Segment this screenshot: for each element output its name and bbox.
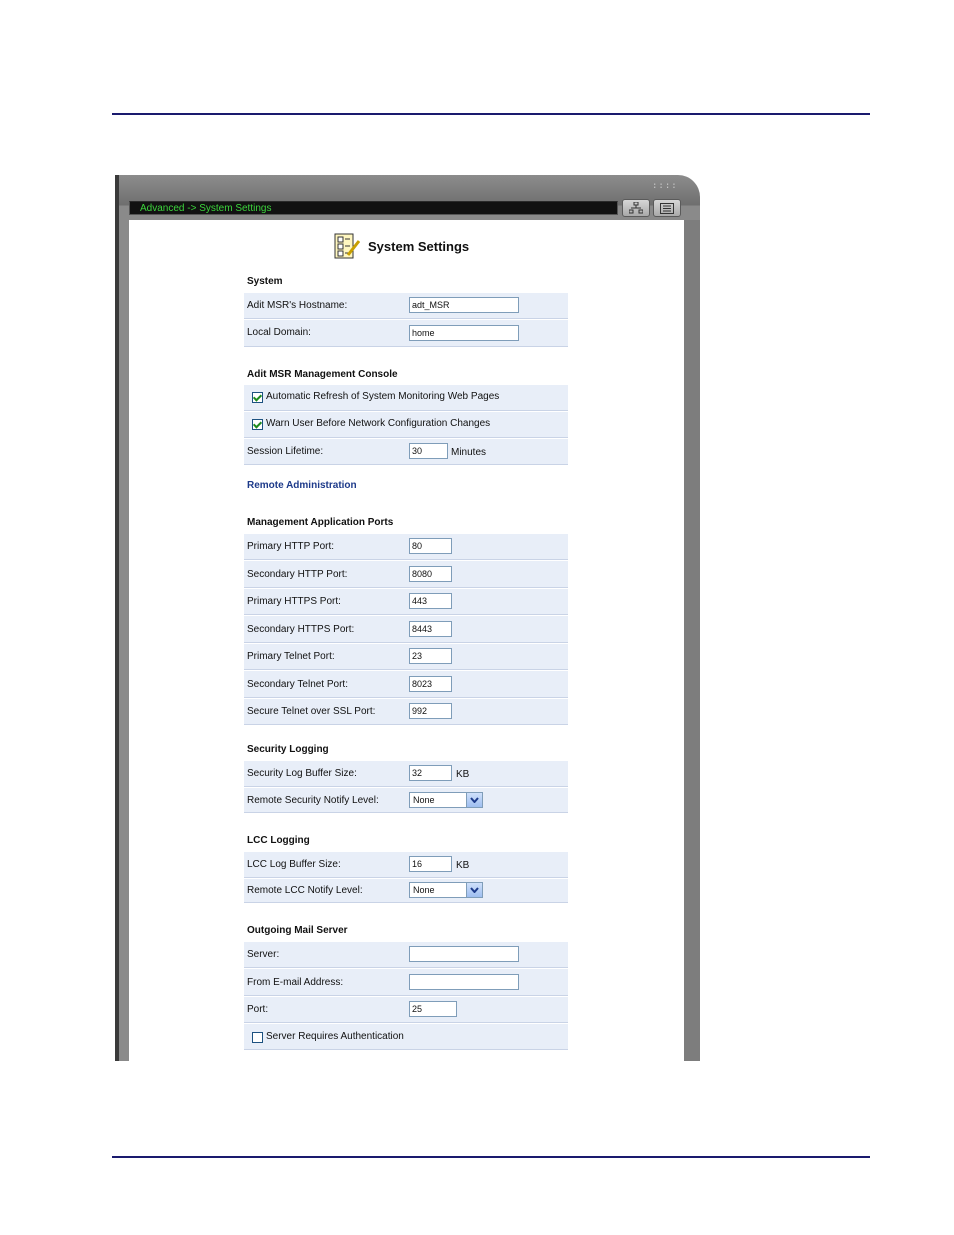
- hostname-label: Adit MSR's Hostname:: [247, 300, 348, 311]
- section-ports-heading: Management Application Ports: [247, 517, 394, 528]
- hostname-input[interactable]: adt_MSR: [409, 297, 519, 313]
- secondary-telnet-port-input[interactable]: 8023: [409, 676, 452, 692]
- page-title: System Settings: [334, 233, 469, 259]
- section-security-logging-heading: Security Logging: [247, 744, 329, 755]
- secondary-https-port-input[interactable]: 8443: [409, 621, 452, 637]
- port-row: Primary HTTPS Port: 443: [244, 588, 568, 615]
- session-lifetime-row: Session Lifetime: 30 Minutes: [244, 438, 568, 465]
- warn-user-checkbox[interactable]: [252, 419, 263, 430]
- lcc-buffer-label: LCC Log Buffer Size:: [247, 859, 341, 870]
- port-label: Secondary HTTPS Port:: [247, 624, 355, 635]
- network-map-icon: [629, 202, 643, 214]
- mail-server-row: Server:: [244, 941, 568, 968]
- port-row: Secondary HTTPS Port: 8443: [244, 615, 568, 643]
- list-icon: [660, 202, 674, 214]
- warn-user-label: Warn User Before Network Configuration C…: [266, 418, 491, 429]
- security-buffer-unit: KB: [456, 769, 470, 780]
- security-buffer-row: Security Log Buffer Size: 32 KB: [244, 760, 568, 787]
- mail-port-label: Port:: [247, 1004, 269, 1015]
- auto-refresh-row: Automatic Refresh of System Monitoring W…: [244, 384, 568, 411]
- window-right-edge: [684, 220, 700, 1061]
- from-email-row: From E-mail Address:: [244, 968, 568, 996]
- security-notify-select[interactable]: None: [409, 792, 483, 808]
- session-lifetime-unit: Minutes: [451, 447, 487, 458]
- local-domain-label: Local Domain:: [247, 327, 311, 338]
- port-row: Primary HTTP Port: 80: [244, 533, 568, 560]
- mail-server-input[interactable]: [409, 946, 519, 962]
- lcc-notify-value: None: [413, 885, 435, 895]
- breadcrumb: Advanced -> System Settings: [129, 201, 618, 215]
- security-buffer-label: Security Log Buffer Size:: [247, 768, 357, 779]
- session-lifetime-label: Session Lifetime:: [247, 446, 324, 457]
- primary-http-port-input[interactable]: 80: [409, 538, 452, 554]
- mail-port-input[interactable]: 25: [409, 1001, 457, 1017]
- auto-refresh-label: Automatic Refresh of System Monitoring W…: [266, 391, 500, 402]
- window-left-edge: [115, 175, 119, 1061]
- lcc-buffer-input[interactable]: 16: [409, 856, 452, 872]
- lcc-buffer-row: LCC Log Buffer Size: 16 KB: [244, 851, 568, 878]
- mail-port-row: Port: 25: [244, 996, 568, 1023]
- security-buffer-input[interactable]: 32: [409, 765, 452, 781]
- section-lcc-logging-heading: LCC Logging: [247, 835, 310, 846]
- lcc-notify-row: Remote LCC Notify Level: None: [244, 878, 568, 903]
- secondary-http-port-input[interactable]: 8080: [409, 566, 452, 582]
- from-email-label: From E-mail Address:: [247, 977, 344, 988]
- lcc-notify-label: Remote LCC Notify Level:: [247, 885, 363, 896]
- port-row: Secondary HTTP Port: 8080: [244, 560, 568, 588]
- port-label: Secondary Telnet Port:: [247, 679, 348, 690]
- mail-auth-checkbox[interactable]: [252, 1032, 263, 1043]
- page-bottom-rule: [112, 1156, 870, 1158]
- hostname-row: Adit MSR's Hostname: adt_MSR: [244, 292, 568, 319]
- session-lifetime-input[interactable]: 30: [409, 443, 448, 459]
- port-label: Secure Telnet over SSL Port:: [247, 706, 376, 717]
- chevron-down-icon: [466, 793, 482, 807]
- remote-administration-link[interactable]: Remote Administration: [247, 480, 357, 491]
- list-view-button[interactable]: [653, 199, 681, 217]
- lcc-notify-select[interactable]: None: [409, 882, 483, 898]
- network-map-button[interactable]: [622, 199, 650, 217]
- port-row: Secondary Telnet Port: 8023: [244, 670, 568, 698]
- port-label: Primary HTTPS Port:: [247, 596, 341, 607]
- primary-telnet-port-input[interactable]: 23: [409, 648, 452, 664]
- security-notify-label: Remote Security Notify Level:: [247, 795, 379, 806]
- mail-auth-row: Server Requires Authentication: [244, 1023, 568, 1050]
- mail-auth-label: Server Requires Authentication: [266, 1031, 404, 1042]
- section-console-heading: Adit MSR Management Console: [247, 369, 398, 380]
- port-row: Secure Telnet over SSL Port: 992: [244, 698, 568, 725]
- port-row: Primary Telnet Port: 23: [244, 643, 568, 670]
- port-label: Primary Telnet Port:: [247, 651, 335, 662]
- security-notify-value: None: [413, 795, 435, 805]
- section-system-heading: System: [247, 276, 283, 287]
- local-domain-input[interactable]: home: [409, 325, 519, 341]
- secure-telnet-port-input[interactable]: 992: [409, 703, 452, 719]
- primary-https-port-input[interactable]: 443: [409, 593, 452, 609]
- section-mail-heading: Outgoing Mail Server: [247, 925, 348, 936]
- port-label: Primary HTTP Port:: [247, 541, 335, 552]
- page-top-rule: [112, 113, 870, 115]
- from-email-input[interactable]: [409, 974, 519, 990]
- security-notify-row: Remote Security Notify Level: None: [244, 787, 568, 813]
- warn-user-row: Warn User Before Network Configuration C…: [244, 411, 568, 438]
- page-title-text: System Settings: [368, 238, 470, 254]
- port-label: Secondary HTTP Port:: [247, 569, 348, 580]
- mail-server-label: Server:: [247, 949, 280, 960]
- local-domain-row: Local Domain: home: [244, 319, 568, 347]
- window-grip-icon[interactable]: ::::: [652, 181, 678, 191]
- auto-refresh-checkbox[interactable]: [252, 392, 263, 403]
- lcc-buffer-unit: KB: [456, 860, 470, 871]
- settings-checklist-icon: [334, 233, 360, 259]
- chevron-down-icon: [466, 883, 482, 897]
